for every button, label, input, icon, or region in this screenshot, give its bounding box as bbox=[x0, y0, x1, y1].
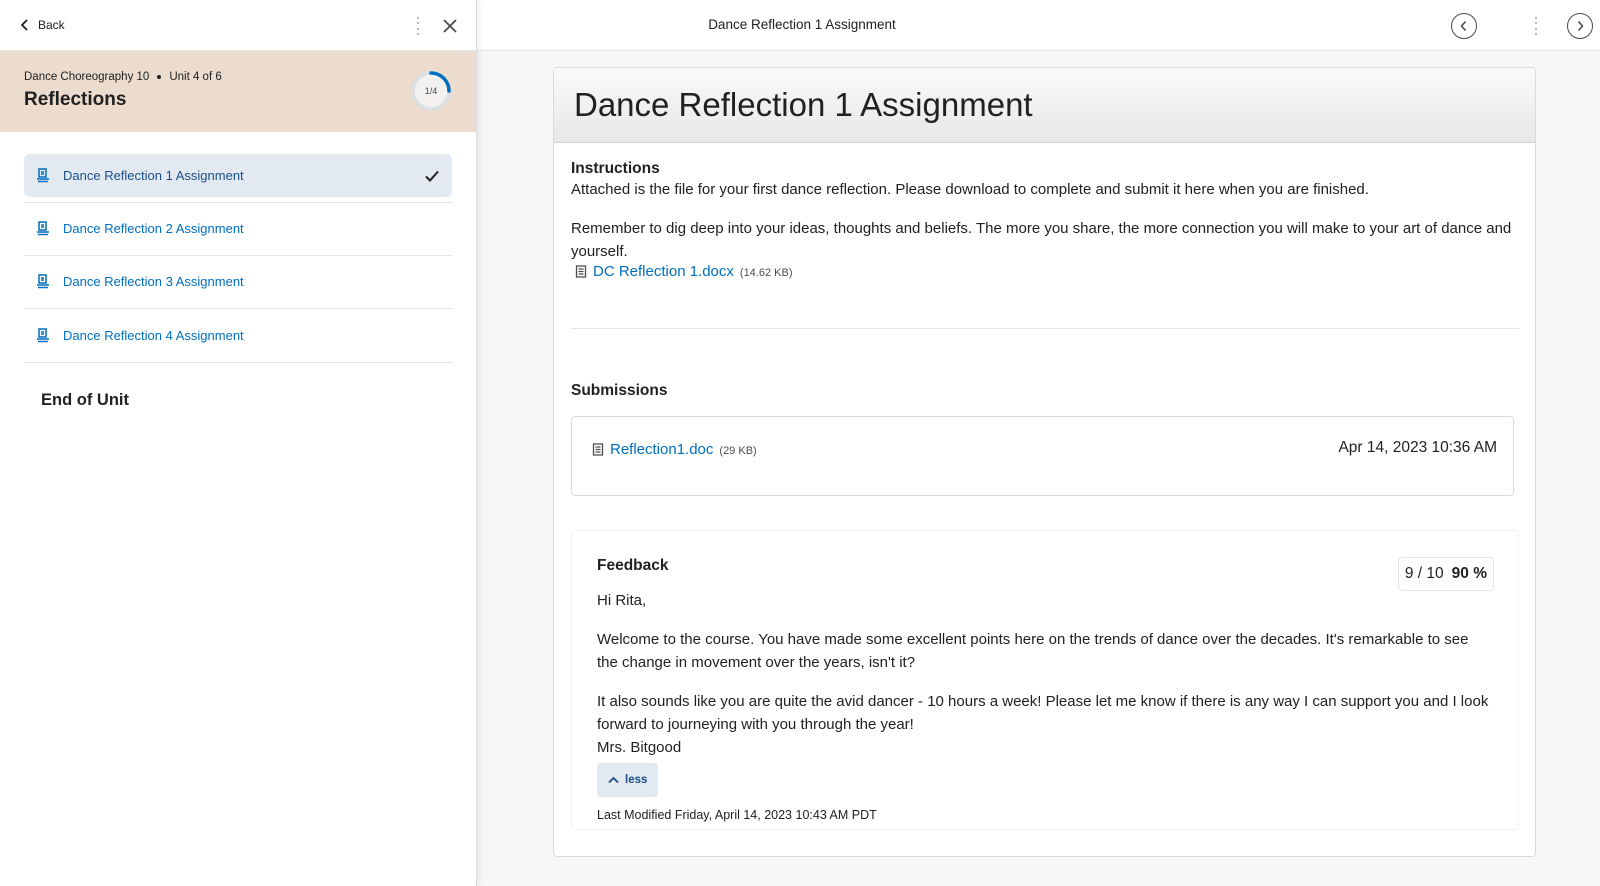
lesson-label: Dance Reflection 4 Assignment bbox=[63, 327, 244, 343]
instructions-paragraph: Attached is the file for your first danc… bbox=[571, 181, 1369, 198]
unit-breadcrumb: Dance Choreography 10 Unit 4 of 6 bbox=[24, 71, 452, 83]
document-icon bbox=[592, 443, 604, 456]
submission-link[interactable]: Reflection1.doc bbox=[610, 441, 713, 458]
assignment-title: Dance Reflection 1 Assignment bbox=[574, 86, 1033, 123]
unit-position: Unit 4 of 6 bbox=[169, 71, 222, 83]
score-badge: 9 / 10 90 % bbox=[1397, 557, 1494, 591]
unit-sidebar: Back Dance Choreography 10 Unit 4 of 6 R… bbox=[0, 0, 477, 886]
instructions-heading: Instructions bbox=[571, 160, 660, 177]
progress-count: 1/4 bbox=[424, 86, 438, 96]
chevron-up-icon bbox=[608, 776, 619, 784]
lesson-label: Dance Reflection 3 Assignment bbox=[63, 274, 244, 290]
section-divider bbox=[571, 328, 1519, 329]
back-button[interactable]: Back bbox=[20, 18, 65, 32]
attachment: DC Reflection 1.docx (14.62 KB) bbox=[575, 263, 1519, 280]
content-topbar: Dance Reflection 1 Assignment bbox=[477, 0, 1600, 51]
feedback-paragraph: Welcome to the course. You have made som… bbox=[597, 631, 1469, 671]
feedback-section: Feedback 9 / 10 90 % Hi Rita, Welcome to… bbox=[571, 530, 1519, 830]
separator-dot bbox=[157, 75, 162, 79]
assignment-icon bbox=[37, 221, 49, 235]
next-button[interactable] bbox=[1567, 13, 1593, 39]
feedback-greeting: Hi Rita, bbox=[597, 592, 647, 609]
lesson-item[interactable]: Dance Reflection 1 Assignment bbox=[24, 154, 452, 203]
feedback-text: Hi Rita, Welcome to the course. You have… bbox=[597, 589, 1493, 759]
previous-button[interactable] bbox=[1451, 13, 1477, 39]
attachment-link[interactable]: DC Reflection 1.docx bbox=[593, 263, 734, 280]
lesson-item[interactable]: Dance Reflection 2 Assignment bbox=[24, 202, 452, 256]
lesson-item[interactable]: Dance Reflection 4 Assignment bbox=[24, 309, 452, 363]
show-less-button[interactable]: less bbox=[597, 763, 659, 797]
instructions-paragraph: Remember to dig deep into your ideas, th… bbox=[571, 220, 1512, 260]
submission-size: (29 KB) bbox=[719, 445, 757, 457]
lesson-list: Dance Reflection 1 Assignment Dance Refl… bbox=[24, 154, 452, 363]
document-icon bbox=[575, 265, 587, 278]
back-label: Back bbox=[38, 18, 65, 32]
score-percent: 90 % bbox=[1451, 565, 1487, 582]
feedback-signature: Mrs. Bitgood bbox=[597, 739, 682, 756]
lesson-item[interactable]: Dance Reflection 3 Assignment bbox=[24, 256, 452, 309]
submission-file: Reflection1.doc (29 KB) bbox=[592, 441, 757, 458]
lesson-label: Dance Reflection 1 Assignment bbox=[63, 168, 244, 183]
last-modified: Last Modified Friday, April 14, 2023 10:… bbox=[597, 808, 877, 822]
sidebar-toolbar: Back bbox=[0, 0, 476, 51]
assignment-icon bbox=[37, 168, 49, 183]
instructions-section: Instructions Attached is the file for yo… bbox=[571, 160, 1519, 280]
unit-header: Dance Choreography 10 Unit 4 of 6 Reflec… bbox=[0, 51, 476, 132]
more-options-icon[interactable] bbox=[1534, 17, 1538, 35]
assignment-header: Dance Reflection 1 Assignment bbox=[554, 68, 1535, 143]
course-name: Dance Choreography 10 bbox=[24, 71, 150, 83]
end-of-unit-label: End of Unit bbox=[41, 391, 129, 409]
show-less-label: less bbox=[625, 774, 648, 786]
attachment-size: (14.62 KB) bbox=[739, 267, 793, 279]
unit-title: Reflections bbox=[24, 89, 127, 110]
assignment-icon bbox=[37, 328, 49, 342]
close-icon[interactable] bbox=[440, 16, 460, 36]
chevron-left-icon bbox=[1460, 20, 1467, 32]
submission-date: Apr 14, 2023 10:36 AM bbox=[1338, 439, 1497, 456]
assignment-icon bbox=[37, 274, 49, 289]
checkmark-icon bbox=[425, 170, 439, 182]
feedback-heading: Feedback bbox=[597, 557, 669, 574]
assignment-card: Dance Reflection 1 Assignment Instructio… bbox=[553, 67, 1536, 857]
feedback-paragraph: It also sounds like you are quite the av… bbox=[597, 693, 1489, 733]
submission-row: Reflection1.doc (29 KB) Apr 14, 2023 10:… bbox=[571, 416, 1514, 496]
chevron-right-icon bbox=[1577, 20, 1584, 32]
submissions-heading: Submissions bbox=[571, 382, 668, 399]
lesson-label: Dance Reflection 2 Assignment bbox=[63, 220, 244, 236]
chevron-left-icon bbox=[20, 19, 28, 31]
sidebar-more-options-icon[interactable] bbox=[416, 17, 420, 35]
topbar-title: Dance Reflection 1 Assignment bbox=[708, 17, 896, 32]
score-value: 9 / 10 bbox=[1404, 565, 1444, 582]
